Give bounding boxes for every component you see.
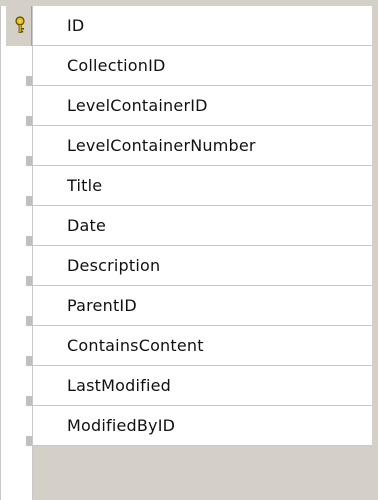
column-row[interactable]: CollectionID xyxy=(6,46,372,86)
row-selector[interactable] xyxy=(6,246,38,286)
column-row[interactable]: LevelContainerNumber xyxy=(6,126,372,166)
column-name[interactable]: CollectionID xyxy=(32,46,372,86)
column-row[interactable]: Description xyxy=(6,246,372,286)
column-name[interactable]: LevelContainerNumber xyxy=(32,126,372,166)
column-name[interactable]: LastModified xyxy=(32,366,372,406)
column-name[interactable]: ParentID xyxy=(32,286,372,326)
row-selector[interactable] xyxy=(6,46,38,86)
row-selector[interactable] xyxy=(6,286,38,326)
column-row[interactable]: Title xyxy=(6,166,372,206)
row-selector[interactable] xyxy=(6,6,32,46)
column-row[interactable]: ModifiedByID xyxy=(6,406,372,446)
column-name[interactable]: Description xyxy=(32,246,372,286)
key-icon xyxy=(15,16,25,33)
empty-grid-area[interactable] xyxy=(32,446,372,500)
row-selector[interactable] xyxy=(6,326,38,366)
column-name[interactable]: LevelContainerID xyxy=(32,86,372,126)
grid-left-border xyxy=(0,6,1,500)
column-row[interactable]: LevelContainerID xyxy=(6,86,372,126)
row-selector[interactable] xyxy=(6,366,38,406)
column-row[interactable]: ContainsContent xyxy=(6,326,372,366)
column-name[interactable]: Date xyxy=(32,206,372,246)
row-selector[interactable] xyxy=(6,406,38,446)
row-selector[interactable] xyxy=(6,166,38,206)
row-selector[interactable] xyxy=(6,126,38,166)
table-design-window: ID CollectionID LevelContainerID LevelCo… xyxy=(0,0,378,500)
column-name[interactable]: Title xyxy=(32,166,372,206)
columns-grid: ID CollectionID LevelContainerID LevelCo… xyxy=(6,6,372,500)
column-row[interactable]: ID xyxy=(6,6,372,46)
column-row[interactable]: Date xyxy=(6,206,372,246)
row-selector[interactable] xyxy=(6,86,38,126)
column-row[interactable]: ParentID xyxy=(6,286,372,326)
column-name[interactable]: ModifiedByID xyxy=(32,406,372,446)
column-name[interactable]: ID xyxy=(32,6,372,46)
row-selector[interactable] xyxy=(6,206,38,246)
column-row[interactable]: LastModified xyxy=(6,366,372,406)
column-name[interactable]: ContainsContent xyxy=(32,326,372,366)
